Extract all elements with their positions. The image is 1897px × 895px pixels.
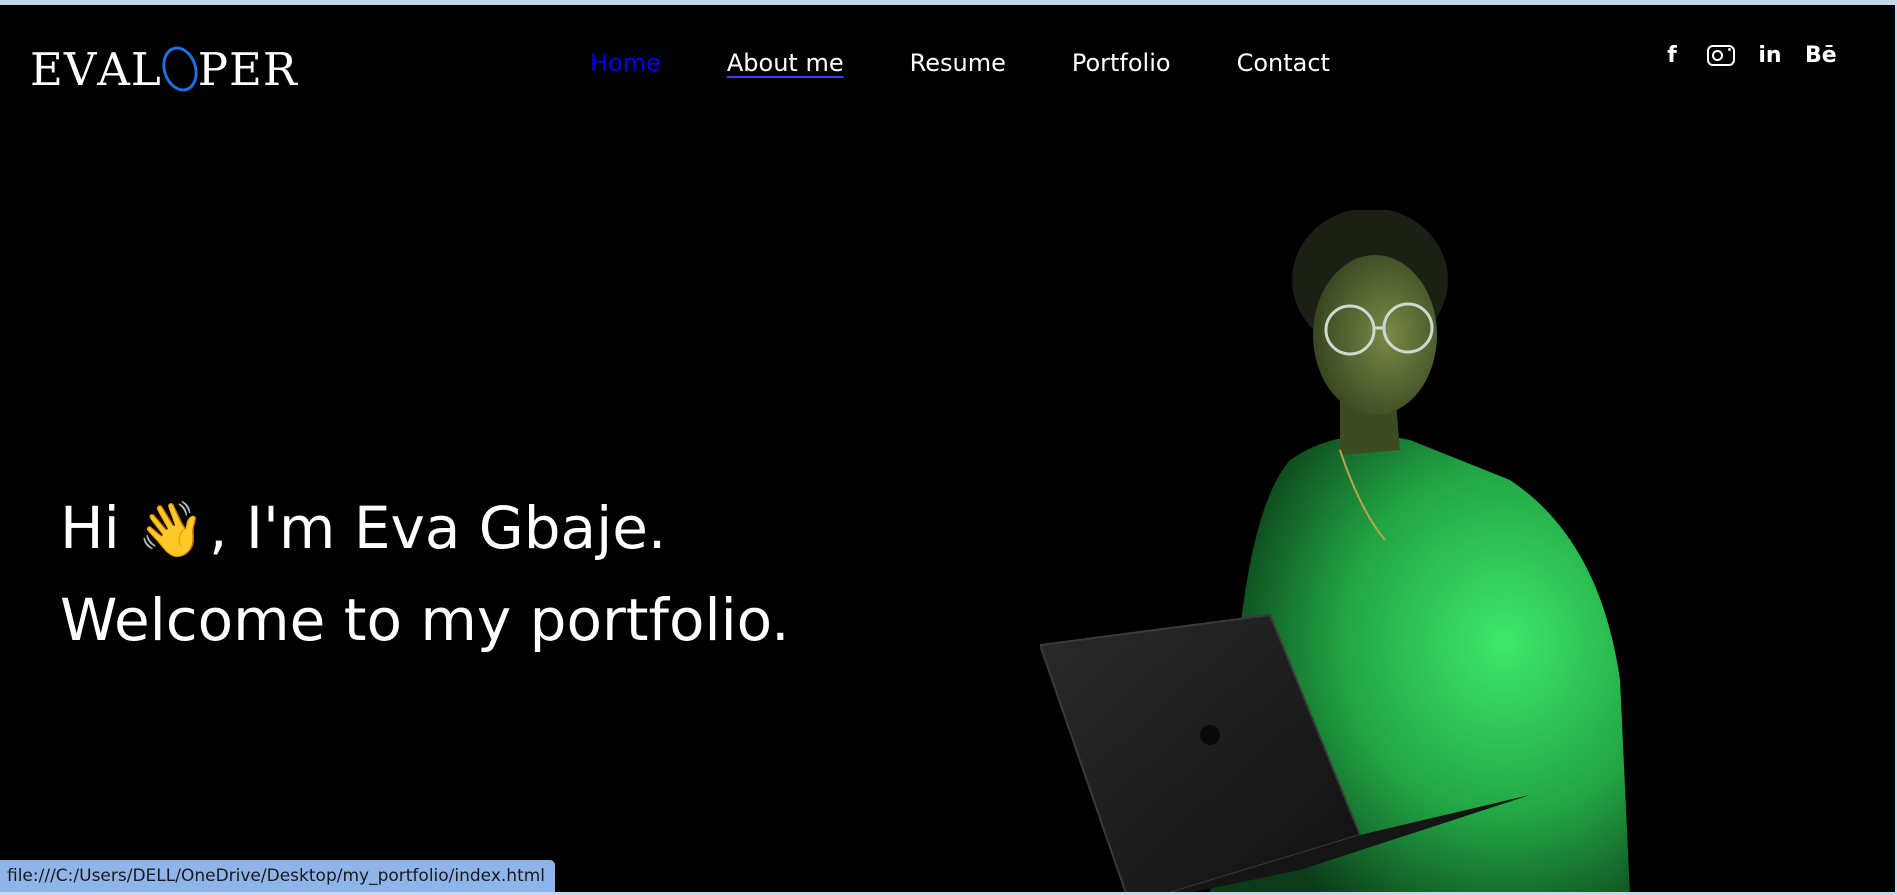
portrait-photo xyxy=(1040,210,1630,892)
waving-hand-icon: 👋 xyxy=(137,498,205,561)
status-bar-url: file:///C:/Users/DELL/OneDrive/Desktop/m… xyxy=(0,860,556,892)
nav-link-resume[interactable]: Resume xyxy=(910,49,1006,77)
facebook-icon[interactable]: f xyxy=(1660,43,1684,68)
hero-greeting: Hi xyxy=(60,494,120,562)
logo-letters-per: PER xyxy=(197,42,298,96)
nav-link-home[interactable]: Home xyxy=(590,49,661,77)
nav-link-portfolio[interactable]: Portfolio xyxy=(1072,49,1171,77)
behance-icon[interactable]: Bē xyxy=(1805,43,1837,68)
main-nav: Home About me Resume Portfolio Contact xyxy=(590,49,1396,77)
hero-heading: Hi 👋, I'm Eva Gbaje. Welcome to my portfo… xyxy=(60,483,790,665)
hero-line-2: Welcome to my portfolio. xyxy=(60,586,790,654)
site-logo[interactable]: E V AL PER xyxy=(30,41,298,97)
nav-link-contact[interactable]: Contact xyxy=(1237,49,1330,77)
logo-letter-e: E xyxy=(30,42,64,96)
nav-link-about-me[interactable]: About me xyxy=(727,49,844,77)
portfolio-page: E V AL PER Home About me Resume Portfoli… xyxy=(0,5,1895,892)
linkedin-icon[interactable]: in xyxy=(1758,43,1782,68)
hero-line-1: Hi 👋, I'm Eva Gbaje. xyxy=(60,483,790,575)
logo-letters-al: AL xyxy=(97,42,162,96)
social-links: f in Bē xyxy=(1660,43,1837,68)
logo-letter-v: V xyxy=(63,42,98,96)
logo-ring-icon xyxy=(156,41,204,97)
hero-name: , I'm Eva Gbaje. xyxy=(208,494,667,562)
instagram-icon[interactable] xyxy=(1707,45,1735,66)
